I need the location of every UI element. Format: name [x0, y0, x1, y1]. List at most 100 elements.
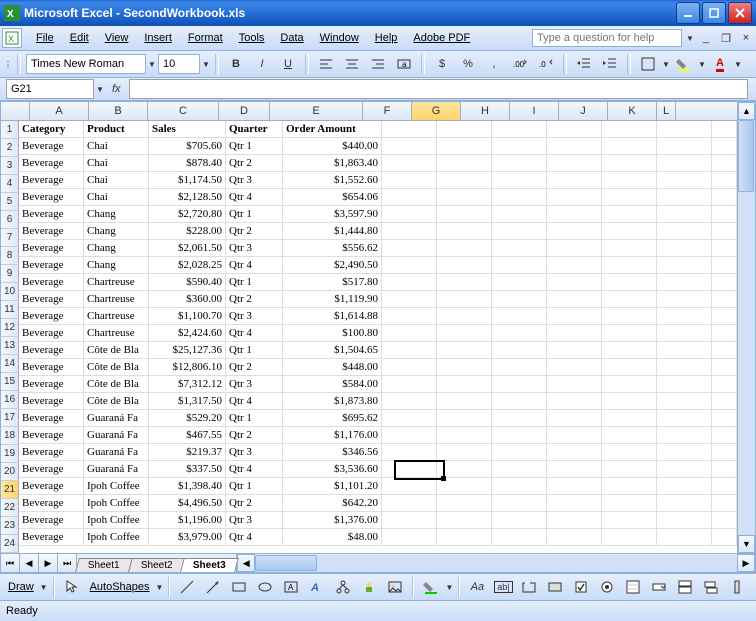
cell[interactable] [602, 461, 657, 478]
cell[interactable] [657, 410, 712, 427]
cell[interactable] [437, 342, 492, 359]
row-header-14[interactable]: 14 [1, 355, 19, 373]
cell[interactable]: Beverage [19, 512, 84, 529]
cell[interactable]: Beverage [19, 172, 84, 189]
cell[interactable] [492, 410, 547, 427]
cell[interactable] [437, 155, 492, 172]
cell[interactable]: $337.50 [149, 461, 226, 478]
cell[interactable] [382, 308, 437, 325]
menu-window[interactable]: Window [312, 30, 367, 46]
row-header-16[interactable]: 16 [1, 391, 19, 409]
cell[interactable]: Qtr 3 [226, 376, 283, 393]
cell[interactable] [657, 444, 712, 461]
cell[interactable]: $2,061.50 [149, 240, 226, 257]
cell[interactable]: Guaraná Fa [84, 444, 149, 461]
cell[interactable] [657, 478, 712, 495]
scroll-right-button[interactable]: ▶ [737, 554, 755, 572]
row-header-1[interactable]: 1 [1, 121, 19, 139]
cell[interactable]: $448.00 [283, 359, 382, 376]
cell[interactable] [382, 325, 437, 342]
forms-label-button[interactable]: Aa [465, 577, 489, 597]
cell[interactable]: $1,504.65 [283, 342, 382, 359]
sheet-nav-first-button[interactable]: ⏮ [1, 554, 20, 572]
cell[interactable]: Chai [84, 155, 149, 172]
cell[interactable] [382, 342, 437, 359]
col-header-B[interactable]: B [89, 102, 148, 120]
cell[interactable]: Beverage [19, 461, 84, 478]
cell[interactable] [547, 478, 602, 495]
cell[interactable]: Product [84, 121, 149, 138]
cell[interactable]: Beverage [19, 189, 84, 206]
cell[interactable]: $228.00 [149, 223, 226, 240]
sheet-nav-prev-button[interactable]: ◀ [20, 554, 39, 572]
cell[interactable] [547, 189, 602, 206]
cell[interactable]: Beverage [19, 427, 84, 444]
cell[interactable] [437, 308, 492, 325]
cell[interactable] [602, 172, 657, 189]
cell[interactable]: Chai [84, 138, 149, 155]
cell[interactable] [712, 206, 737, 223]
underline-button[interactable]: U [276, 54, 300, 74]
col-header-D[interactable]: D [219, 102, 270, 120]
forms-option-button[interactable] [595, 577, 619, 597]
font-name-select[interactable]: Times New Roman [26, 54, 146, 74]
fill-color-dropdown-icon[interactable]: ▼ [698, 60, 706, 69]
borders-button[interactable] [636, 54, 660, 74]
cell[interactable]: Qtr 1 [226, 274, 283, 291]
cell[interactable]: Qtr 3 [226, 512, 283, 529]
forms-combobox-button[interactable] [647, 577, 671, 597]
cell[interactable]: $3,979.00 [149, 529, 226, 546]
row-header-23[interactable]: 23 [1, 517, 19, 535]
cell[interactable]: Qtr 2 [226, 223, 283, 240]
cell[interactable]: $4,496.50 [149, 495, 226, 512]
cell[interactable] [657, 512, 712, 529]
cell[interactable] [602, 189, 657, 206]
forms-scrollbar-button[interactable] [725, 577, 749, 597]
cell[interactable] [657, 461, 712, 478]
insert-clipart-button[interactable] [357, 577, 381, 597]
cell[interactable] [602, 206, 657, 223]
cell[interactable]: Chartreuse [84, 308, 149, 325]
menu-format[interactable]: Format [180, 30, 231, 46]
menu-adobe-pdf[interactable]: Adobe PDF [405, 30, 478, 46]
cell[interactable] [382, 512, 437, 529]
cell[interactable] [712, 189, 737, 206]
cell[interactable]: Côte de Bla [84, 376, 149, 393]
cell[interactable]: Beverage [19, 359, 84, 376]
decrease-indent-button[interactable] [572, 54, 596, 74]
cell[interactable] [382, 121, 437, 138]
cell[interactable] [657, 274, 712, 291]
cell[interactable]: $1,196.00 [149, 512, 226, 529]
cell[interactable] [547, 138, 602, 155]
cell[interactable]: Beverage [19, 223, 84, 240]
cell[interactable]: Chai [84, 189, 149, 206]
cell[interactable] [437, 478, 492, 495]
font-name-dropdown-icon[interactable]: ▼ [148, 60, 156, 69]
cell[interactable] [437, 274, 492, 291]
cell[interactable] [712, 172, 737, 189]
cell[interactable] [602, 223, 657, 240]
cell[interactable] [382, 410, 437, 427]
cell[interactable]: Beverage [19, 291, 84, 308]
cell[interactable]: $2,720.80 [149, 206, 226, 223]
row-header-2[interactable]: 2 [1, 139, 19, 157]
cell[interactable] [492, 495, 547, 512]
minimize-button[interactable] [676, 2, 700, 24]
cell[interactable]: Beverage [19, 529, 84, 546]
cell[interactable] [492, 121, 547, 138]
cell[interactable] [657, 427, 712, 444]
cell[interactable]: Chang [84, 206, 149, 223]
scroll-left-button[interactable]: ◀ [237, 554, 255, 572]
cell[interactable]: Qtr 4 [226, 461, 283, 478]
cell[interactable]: Beverage [19, 206, 84, 223]
cell[interactable] [547, 359, 602, 376]
cell[interactable]: $654.06 [283, 189, 382, 206]
cell[interactable]: Qtr 1 [226, 478, 283, 495]
row-header-24[interactable]: 24 [1, 535, 19, 553]
col-header-E[interactable]: E [270, 102, 363, 120]
rectangle-tool-button[interactable] [227, 577, 251, 597]
cell[interactable]: Beverage [19, 138, 84, 155]
cell[interactable]: $517.80 [283, 274, 382, 291]
cell[interactable] [492, 206, 547, 223]
cell[interactable]: $2,424.60 [149, 325, 226, 342]
